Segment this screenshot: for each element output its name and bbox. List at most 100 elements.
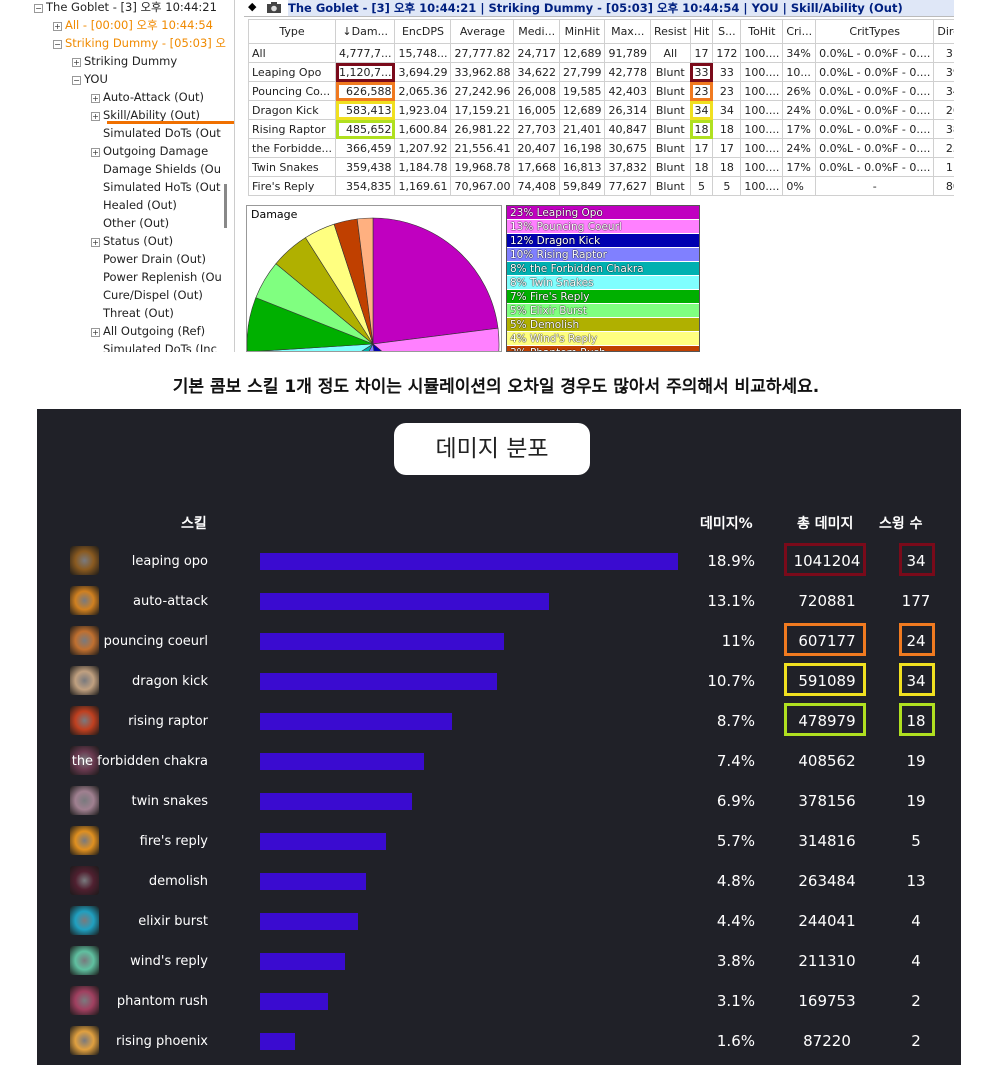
expand-toggle-icon[interactable]: +	[91, 238, 100, 247]
tree-node[interactable]: Other (Out)	[91, 214, 169, 232]
grid-column-header[interactable]: ↓Dam...	[334, 19, 396, 44]
camera-icon[interactable]	[266, 1, 282, 17]
highlight-box-swings	[899, 663, 935, 696]
grid-column-header[interactable]: ToHit	[740, 19, 784, 44]
grid-cell: 0.0%L - 0.0%F - 0....	[815, 81, 935, 101]
grid-cell: 1,169.61	[394, 176, 452, 196]
grid-cell: 1,600.84	[394, 119, 452, 139]
expand-toggle-icon[interactable]: +	[72, 58, 81, 67]
grid-column-header[interactable]: EncDPS	[394, 19, 452, 44]
grid-column-header[interactable]: Hit	[689, 19, 714, 44]
expand-toggle-icon[interactable]: +	[91, 328, 100, 337]
grid-column-header[interactable]: Average	[450, 19, 515, 44]
grid-column-header[interactable]: S...	[712, 19, 742, 44]
grid-row[interactable]: Leaping Opo 1,120,7... 3,694.29 33,962.88 34…	[248, 62, 954, 82]
highlight-box-swings	[899, 703, 935, 736]
expand-toggle-icon[interactable]: +	[53, 22, 62, 31]
damage-bar	[260, 993, 329, 1010]
grid-cell: 21,401	[558, 119, 606, 139]
grid-row[interactable]: Twin Snakes 359,438 1,184.78 19,968.78 17,66…	[248, 157, 954, 177]
tree-node[interactable]: Simulated DoTs (Inc	[91, 340, 217, 352]
skill-row: demolish 4.8% 263484 13	[37, 861, 961, 901]
tree-node[interactable]: Damage Shields (Ou	[91, 160, 221, 178]
tree-node[interactable]: + All - [00:00] 오후 10:44:54	[53, 16, 213, 34]
tree-node-label: Simulated DoTs (Out	[103, 126, 221, 140]
tree-node[interactable]: + Outgoing Damage	[91, 142, 208, 160]
tree-scrollbar[interactable]	[224, 184, 227, 228]
grid-column-header[interactable]: CritTypes	[815, 19, 935, 44]
grid-column-header[interactable]: Medi...	[513, 19, 560, 44]
grid-cell: 21,556.41	[450, 138, 515, 158]
skill-row: fire's reply 5.7% 314816 5	[37, 821, 961, 861]
grid-row[interactable]: Fire's Reply 354,835 1,169.61 70,967.00 74,4…	[248, 176, 954, 196]
grid-cell: 40,847	[604, 119, 651, 139]
grid-cell: 100....	[740, 43, 784, 63]
grid-cell: 91,789	[604, 43, 651, 63]
grid-cell: 34,622	[513, 62, 560, 82]
tree-node[interactable]: − Striking Dummy - [05:03] 오	[53, 34, 226, 52]
grid-cell: 34%	[782, 43, 817, 63]
tree-node[interactable]: + Auto-Attack (Out)	[91, 88, 204, 106]
damage-percent: 13.1%	[707, 592, 755, 610]
grid-cell: 30,675	[604, 138, 651, 158]
grid-cell: 16,198	[558, 138, 606, 158]
grid-cell: Rising Raptor	[248, 119, 336, 139]
tree-node-label: Outgoing Damage	[103, 144, 209, 158]
grid-row[interactable]: Pouncing Co... 626,588 2,065.36 27,242.96 26…	[248, 81, 954, 101]
skill-name: auto-attack	[133, 593, 208, 609]
grid-cell: 0.0%L - 0.0%F - 0....	[815, 43, 935, 63]
total-damage: 169753	[798, 992, 856, 1010]
grid-column-header[interactable]: Max...	[604, 19, 651, 44]
tree-node[interactable]: Power Drain (Out)	[91, 250, 206, 268]
damage-distribution-panel: 데미지 분포 스킬 데미지% 총 데미지 스윙 수 leaping opo 18.…	[37, 409, 961, 1065]
tree-node[interactable]: − YOU	[72, 70, 108, 88]
grid-cell: 42,403	[604, 81, 651, 101]
tree-node[interactable]: + Status (Out)	[91, 232, 173, 250]
tree-node[interactable]: + All Outgoing (Ref)	[91, 322, 205, 340]
grid-cell: 37,832	[604, 157, 651, 177]
grid-column-header[interactable]: MinHit	[558, 19, 606, 44]
grid-row[interactable]: All 4,777,7... 15,748... 27,777.82 24,717 12,…	[248, 43, 954, 63]
expand-toggle-icon[interactable]: +	[91, 112, 100, 121]
expand-toggle-icon[interactable]: +	[91, 148, 100, 157]
skill-name: dragon kick	[132, 673, 208, 689]
grid-row[interactable]: Dragon Kick 583,413 1,923.04 17,159.21 16,00…	[248, 100, 954, 120]
skill-row: rising phoenix 1.6% 87220 2	[37, 1021, 961, 1061]
grid-cell: 100....	[740, 138, 784, 158]
legend-item: 4% Wind's Reply	[507, 332, 699, 346]
grid-cell: -	[815, 176, 935, 196]
tree-node[interactable]: Simulated DoTs (Out	[91, 124, 221, 142]
grid-column-header[interactable]: Resist	[649, 19, 691, 44]
skill-name: phantom rush	[116, 993, 208, 1009]
nav-arrow-icon[interactable]: ◆	[248, 0, 256, 13]
expand-toggle-icon[interactable]: −	[34, 4, 43, 13]
highlight-box-swings	[899, 623, 935, 656]
grid-cell: 17%	[782, 119, 817, 139]
expand-toggle-icon[interactable]: −	[72, 76, 81, 85]
tree-node[interactable]: Healed (Out)	[91, 196, 177, 214]
tree-node[interactable]: Cure/Dispel (Out)	[91, 286, 203, 304]
damage-bar	[260, 633, 504, 650]
grid-row[interactable]: the Forbidde... 366,459 1,207.92 21,556.41 2…	[248, 138, 954, 158]
grid-column-header[interactable]: Cri...	[782, 19, 817, 44]
grid-cell: 17,668	[513, 157, 560, 177]
grid-column-header[interactable]: Type	[248, 19, 336, 44]
total-damage: 720881	[798, 592, 856, 610]
tree-node[interactable]: + Striking Dummy	[72, 52, 177, 70]
total-damage: 378156	[798, 792, 856, 810]
grid-cell: 0%	[782, 176, 817, 196]
expand-toggle-icon[interactable]: +	[91, 94, 100, 103]
tree-node[interactable]: Power Replenish (Ou	[91, 268, 222, 286]
grid-row[interactable]: Rising Raptor 485,652 1,600.84 26,981.22 27,…	[248, 119, 954, 139]
grid-column-header[interactable]: Direct...	[933, 19, 954, 44]
expand-toggle-icon[interactable]: −	[53, 40, 62, 49]
swing-count: 4	[911, 952, 921, 970]
grid-cell: 626,588	[334, 81, 396, 101]
grid-cell: 33,962.88	[450, 62, 515, 82]
damage-percent: 11%	[721, 632, 755, 650]
tree-node[interactable]: Threat (Out)	[91, 304, 174, 322]
tree-node[interactable]: Simulated HoTs (Out	[91, 178, 221, 196]
damage-bar	[260, 953, 345, 970]
tree-node[interactable]: − The Goblet - [3] 오후 10:44:21	[34, 0, 217, 16]
total-damage: 263484	[798, 872, 856, 890]
